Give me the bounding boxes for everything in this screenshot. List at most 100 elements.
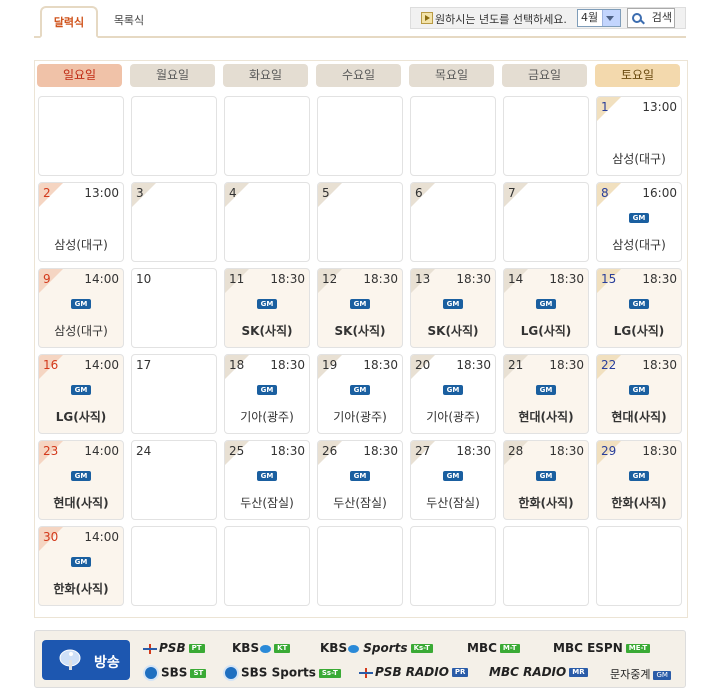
day-number: 17 <box>136 358 152 372</box>
day-cell-23[interactable]: 23 14:00 GM 현대(사직) <box>38 440 124 520</box>
day-cell-28[interactable]: 28 18:30 GM 한화(사직) <box>503 440 589 520</box>
gm-badge[interactable]: GM <box>257 471 277 481</box>
day-number: 22 <box>601 358 617 372</box>
day-number: 23 <box>43 444 59 458</box>
day-cell-empty <box>596 526 682 606</box>
game-time: 14:00 <box>84 358 119 372</box>
day-cell-29[interactable]: 29 18:30 GM 한화(사직) <box>596 440 682 520</box>
gm-badge[interactable]: GM <box>443 471 463 481</box>
gm-badge[interactable]: GM <box>71 299 91 309</box>
day-cell-empty <box>38 96 124 176</box>
day-cell-19[interactable]: 19 18:30 GM 기아(광주) <box>317 354 403 434</box>
gm-badge[interactable]: GM <box>71 471 91 481</box>
day-cell-20[interactable]: 20 18:30 GM 기아(광주) <box>410 354 496 434</box>
day-cell-24[interactable]: 24 <box>131 440 217 520</box>
day-number: 25 <box>229 444 245 458</box>
day-cell-1[interactable]: 1 13:00 삼성(대구) <box>596 96 682 176</box>
day-cell-7[interactable]: 7 <box>503 182 589 262</box>
gm-badge[interactable]: GM <box>257 385 277 395</box>
day-cell-4[interactable]: 4 <box>224 182 310 262</box>
day-cell-empty <box>410 526 496 606</box>
day-cell-17[interactable]: 17 <box>131 354 217 434</box>
day-number: 21 <box>508 358 524 372</box>
day-cell-14[interactable]: 14 18:30 GM LG(사직) <box>503 268 589 348</box>
month-select[interactable]: 4월 <box>577 9 621 27</box>
day-cell-18[interactable]: 18 18:30 GM 기아(광주) <box>224 354 310 434</box>
day-cell-11[interactable]: 11 18:30 GM SK(사직) <box>224 268 310 348</box>
gm-badge[interactable]: GM <box>629 385 649 395</box>
day-cell-3[interactable]: 3 <box>131 182 217 262</box>
game-time: 18:30 <box>270 358 305 372</box>
day-cell-22[interactable]: 22 18:30 GM 현대(사직) <box>596 354 682 434</box>
gm-badge[interactable]: GM <box>536 385 556 395</box>
gm-badge[interactable]: GM <box>536 471 556 481</box>
day-cell-12[interactable]: 12 18:30 GM SK(사직) <box>317 268 403 348</box>
game-time: 18:30 <box>270 272 305 286</box>
day-cell-30[interactable]: 30 14:00 GM 한화(사직) <box>38 526 124 606</box>
mbc-radio-logo: MBC RADIO MR <box>489 665 588 679</box>
day-cell-25[interactable]: 25 18:30 GM 두산(잠실) <box>224 440 310 520</box>
day-number: 5 <box>322 186 330 200</box>
day-cell-27[interactable]: 27 18:30 GM 두산(잠실) <box>410 440 496 520</box>
tab-list[interactable]: 목록식 <box>104 6 154 36</box>
opponent: 한화(사직) <box>53 582 109 596</box>
chevron-down-icon[interactable] <box>602 10 620 26</box>
day-number: 9 <box>43 272 51 286</box>
day-number: 30 <box>43 530 59 544</box>
gm-badge[interactable]: GM <box>629 213 649 223</box>
day-number: 14 <box>508 272 524 286</box>
day-number: 7 <box>508 186 516 200</box>
sbs-sports-logo: SBS Sports Ss-T <box>223 665 341 681</box>
opponent: 삼성(대구) <box>612 238 666 252</box>
day-cell-6[interactable]: 6 <box>410 182 496 262</box>
game-time: 18:30 <box>456 272 491 286</box>
gm-badge[interactable]: GM <box>257 299 277 309</box>
gm-badge[interactable]: GM <box>629 471 649 481</box>
broadcast-button[interactable]: 방송 <box>42 640 130 680</box>
weekday-wednesday: 수요일 <box>316 64 401 87</box>
gm-badge[interactable]: GM <box>350 471 370 481</box>
opponent: 두산(잠실) <box>333 496 387 510</box>
day-cell-9[interactable]: 9 14:00 GM 삼성(대구) <box>38 268 124 348</box>
game-time: 14:00 <box>84 444 119 458</box>
day-cell-13[interactable]: 13 18:30 GM SK(사직) <box>410 268 496 348</box>
day-number: 13 <box>415 272 431 286</box>
gm-badge[interactable]: GM <box>71 385 91 395</box>
game-time: 13:00 <box>642 100 677 114</box>
sbs-logo: SBS ST <box>143 665 207 681</box>
play-arrow-icon <box>421 12 433 24</box>
gm-badge[interactable]: GM <box>629 299 649 309</box>
search-button[interactable]: 검색 <box>627 8 675 28</box>
day-number: 4 <box>229 186 237 200</box>
calendar-grid: 일요일 월요일 화요일 수요일 목요일 금요일 토요일 1 13:00 삼성(대… <box>34 60 688 618</box>
gm-badge[interactable]: GM <box>350 385 370 395</box>
day-cell-2[interactable]: 2 13:00 삼성(대구) <box>38 182 124 262</box>
psb-logo: PSB PT <box>143 641 205 655</box>
gm-badge[interactable]: GM <box>443 385 463 395</box>
day-cell-15[interactable]: 15 18:30 GM LG(사직) <box>596 268 682 348</box>
game-time: 18:30 <box>456 444 491 458</box>
day-cell-16[interactable]: 16 14:00 GM LG(사직) <box>38 354 124 434</box>
gm-badge[interactable]: GM <box>443 299 463 309</box>
tab-calendar[interactable]: 달력식 <box>40 6 98 38</box>
day-cell-5[interactable]: 5 <box>317 182 403 262</box>
gm-badge[interactable]: GM <box>71 557 91 567</box>
day-cell-26[interactable]: 26 18:30 GM 두산(잠실) <box>317 440 403 520</box>
game-time: 18:30 <box>363 272 398 286</box>
game-time: 18:30 <box>270 444 305 458</box>
day-number: 27 <box>415 444 431 458</box>
gm-badge[interactable]: GM <box>350 299 370 309</box>
game-time: 18:30 <box>456 358 491 372</box>
gm-badge[interactable]: GM <box>536 299 556 309</box>
text-relay-legend: 문자중계 GM <box>610 666 671 682</box>
opponent: 현대(사직) <box>518 410 574 424</box>
opponent: 두산(잠실) <box>240 496 294 510</box>
day-cell-21[interactable]: 21 18:30 GM 현대(사직) <box>503 354 589 434</box>
day-number: 15 <box>601 272 617 286</box>
opponent: SK(사직) <box>334 324 386 338</box>
day-cell-8[interactable]: 8 16:00 GM 삼성(대구) <box>596 182 682 262</box>
day-number: 20 <box>415 358 431 372</box>
day-cell-10[interactable]: 10 <box>131 268 217 348</box>
day-number: 10 <box>136 272 152 286</box>
day-cell-empty <box>317 526 403 606</box>
